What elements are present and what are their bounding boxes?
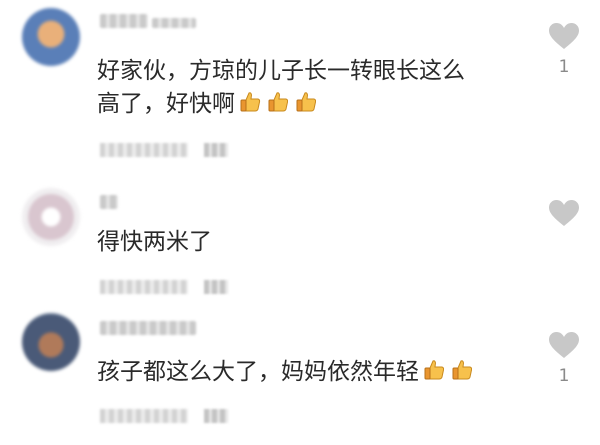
comment-text-line: 好家伙，方琼的儿子长一转眼长这么 [97,58,465,84]
avatar[interactable] [22,188,80,246]
avatar[interactable] [22,313,80,371]
comment-text: 得快两米了 [97,227,212,257]
thumbs-up-icon [451,358,475,382]
like-button[interactable]: 1 [545,331,583,391]
timestamp-blurred [100,143,188,157]
thumbs-up-icon [239,90,263,114]
username-blurred[interactable] [100,321,196,335]
heart-icon [549,332,579,358]
comment-item: 得快两米了 [0,175,600,305]
username-tag-blurred [152,18,196,28]
like-count: 1 [558,57,570,77]
reply-button-blurred[interactable] [204,280,228,294]
comment-text-line: 孩子都这么大了，妈妈依然年轻 [97,359,419,385]
heart-icon [549,200,579,226]
thumbs-up-icon [267,90,291,114]
like-count: 1 [558,366,570,386]
comment-text-line: 得快两米了 [97,229,212,255]
like-button[interactable]: 1 [545,22,583,82]
comment-text: 孩子都这么大了，妈妈依然年轻 [97,357,475,387]
like-button[interactable] [545,199,583,259]
username-blurred[interactable] [100,14,148,28]
avatar[interactable] [22,8,80,66]
comment-item: 孩子都这么大了，妈妈依然年轻 1 [0,305,600,445]
comment-text: 高了，好快啊 [97,89,319,119]
timestamp-blurred [100,409,188,423]
comment-item: 好家伙，方琼的儿子长一转眼长这么 高了，好快啊 1 [0,0,600,175]
thumbs-up-icon [295,90,319,114]
comment-text-line: 高了，好快啊 [97,91,235,117]
reply-button-blurred[interactable] [204,409,228,423]
username-blurred[interactable] [100,195,118,209]
timestamp-blurred [100,280,188,294]
heart-icon [549,23,579,49]
reply-button-blurred[interactable] [204,143,228,157]
comment-text: 好家伙，方琼的儿子长一转眼长这么 [97,56,465,86]
thumbs-up-icon [423,358,447,382]
